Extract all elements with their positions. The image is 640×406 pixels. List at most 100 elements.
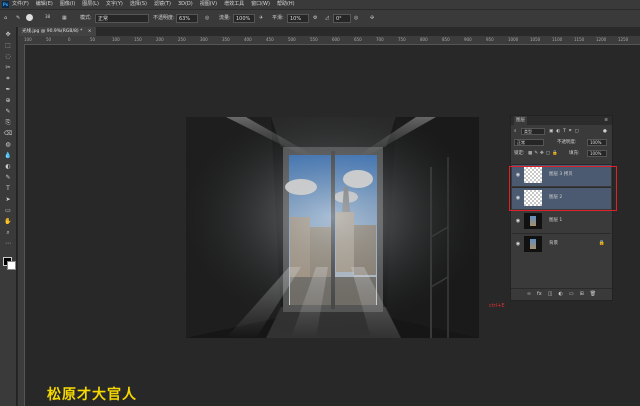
healing-brush-icon[interactable]: ⊕ xyxy=(3,97,13,105)
menu-item[interactable]: 编辑(E) xyxy=(36,0,53,9)
smooth-field[interactable]: 10% xyxy=(287,14,309,23)
lock-label: 锁定: xyxy=(514,151,525,156)
menu-item[interactable]: 图像(I) xyxy=(60,0,75,9)
ruler-tick-label: 200 xyxy=(156,37,164,42)
layer-row[interactable]: ◉ 背景 🔒 xyxy=(512,233,611,255)
mode-select[interactable]: 正常 xyxy=(95,14,149,23)
menu-bar: Ps 文件(F) 编辑(E) 图像(I) 图层(L) 文字(Y) 选择(S) 滤镜(T) 3D… xyxy=(0,0,640,9)
layer-opacity-field[interactable]: 100% xyxy=(587,139,607,146)
fx-icon[interactable]: fx xyxy=(537,289,542,300)
add-mask-icon[interactable]: ◫ xyxy=(548,289,553,300)
ruler-tick-label: 50 xyxy=(46,37,52,42)
highlight-box xyxy=(509,166,617,211)
ruler-tick-label: 300 xyxy=(200,37,208,42)
eraser-tool-icon[interactable]: ⌫ xyxy=(3,130,13,138)
pressure-size-icon[interactable]: ◎ xyxy=(354,14,358,23)
menu-item[interactable]: 滤镜(T) xyxy=(154,0,171,9)
photoshop-logo[interactable]: Ps xyxy=(2,1,9,8)
filter-toggle-icon[interactable]: ● xyxy=(603,127,607,136)
menu-item[interactable]: 窗口(W) xyxy=(251,0,270,9)
ruler-tick-label: 650 xyxy=(354,37,362,42)
hand-tool-icon[interactable]: ✋ xyxy=(3,218,13,226)
shortcut-hint: ctrl+E xyxy=(489,303,505,309)
visibility-eye-icon[interactable]: ◉ xyxy=(515,241,521,247)
thumb-window xyxy=(530,239,536,249)
window-light-photo xyxy=(186,117,479,338)
thumb-window xyxy=(530,216,536,226)
document-tab-bar: 光线.jpg @ 90.9%(RGB/8) * × xyxy=(18,27,640,36)
menu-item[interactable]: 视图(V) xyxy=(200,0,217,9)
layer-row[interactable]: ◉ 图层 1 xyxy=(512,210,611,232)
ruler-tick-label: 150 xyxy=(134,37,142,42)
brush-tool-icon[interactable]: ✎ xyxy=(3,108,13,116)
ruler-tick-label: 0 xyxy=(68,37,71,42)
filter-kind-select[interactable]: 类型 xyxy=(521,128,545,135)
smoothing-options-icon[interactable]: ⚙ xyxy=(313,14,317,23)
menu-item[interactable]: 增效工具 xyxy=(224,0,244,9)
menu-item[interactable]: 3D(D) xyxy=(178,0,193,9)
brush-tool-icon[interactable]: ✎ xyxy=(16,14,20,23)
new-layer-icon[interactable]: ⊞ xyxy=(580,289,584,300)
more-tools-icon[interactable]: ⋯ xyxy=(3,240,13,248)
menu-item[interactable]: 文件(F) xyxy=(12,0,29,9)
menu-item[interactable]: 文字(Y) xyxy=(106,0,123,9)
lock-icons[interactable]: ▩✎✥▢🔒 xyxy=(528,149,560,158)
pen-tool-icon[interactable]: ✎ xyxy=(3,174,13,182)
flow-field[interactable]: 100% xyxy=(233,14,255,23)
visibility-eye-icon[interactable]: ◉ xyxy=(515,218,521,224)
search-icon: ⌕ xyxy=(514,129,517,134)
pressure-opacity-icon[interactable]: ◎ xyxy=(205,14,209,23)
dodge-tool-icon[interactable]: ◐ xyxy=(3,163,13,171)
layer-name: 背景 xyxy=(549,241,558,246)
menu-item[interactable]: 帮助(H) xyxy=(277,0,295,9)
lock-icon[interactable]: 🔒 xyxy=(599,240,605,246)
move-tool-icon[interactable]: ✥ xyxy=(3,31,13,39)
canvas-image[interactable] xyxy=(186,117,479,338)
mode-label: 模式: xyxy=(80,15,92,21)
clone-stamp-icon[interactable]: ⎘ xyxy=(3,119,13,127)
layers-panel-footer: ∞ fx ◫ ◐ ▭ ⊞ 🗑 xyxy=(511,288,612,300)
crop-tool-icon[interactable]: ⌗ xyxy=(3,75,13,83)
type-tool-icon[interactable]: T xyxy=(3,185,13,193)
link-layers-icon[interactable]: ∞ xyxy=(527,289,531,300)
blend-mode-select[interactable]: 正常 xyxy=(514,139,544,146)
symmetry-icon[interactable]: ✣ xyxy=(370,14,374,23)
background-color-swatch[interactable] xyxy=(7,261,16,270)
home-icon[interactable]: ⌂ xyxy=(4,14,7,23)
new-group-icon[interactable]: ▭ xyxy=(569,289,574,300)
brush-preset-picker[interactable] xyxy=(26,14,33,23)
ruler-tick-label: 750 xyxy=(398,37,406,42)
fill-field[interactable]: 100% xyxy=(587,150,607,157)
zoom-tool-icon[interactable]: ⌕ xyxy=(3,229,13,237)
lasso-tool-icon[interactable]: ◌ xyxy=(3,53,13,61)
ruler-tick-label: 100 xyxy=(112,37,120,42)
airbrush-icon[interactable]: ✈ xyxy=(259,14,263,23)
trash-icon[interactable]: 🗑 xyxy=(590,289,596,300)
gradient-tool-icon[interactable]: ◍ xyxy=(3,141,13,149)
ruler-tick-label: 700 xyxy=(376,37,384,42)
ruler-tick-label: 1100 xyxy=(552,37,563,42)
adjustment-layer-icon[interactable]: ◐ xyxy=(558,289,562,300)
angle-field[interactable]: 0° xyxy=(333,14,351,23)
brush-settings-icon[interactable]: ▦ xyxy=(62,14,67,23)
brush-tip-icon xyxy=(26,14,33,21)
menu-item[interactable]: 选择(S) xyxy=(130,0,147,9)
document-tab[interactable]: 光线.jpg @ 90.9%(RGB/8) * × xyxy=(18,27,96,36)
path-select-icon[interactable]: ➤ xyxy=(3,196,13,204)
filter-icons[interactable]: ▣◐T⌗▢ xyxy=(549,127,582,136)
ruler-tick-label: 350 xyxy=(222,37,230,42)
layers-panel-title[interactable]: 图层 xyxy=(514,116,527,125)
close-tab-icon[interactable]: × xyxy=(88,29,92,34)
menu-item[interactable]: 图层(L) xyxy=(82,0,99,9)
opacity-field[interactable]: 63% xyxy=(176,14,198,23)
marquee-tool-icon[interactable]: ⬚ xyxy=(3,42,13,50)
panel-menu-icon[interactable]: ≡ xyxy=(604,116,608,125)
eyedropper-icon[interactable]: ✒ xyxy=(3,86,13,94)
shape-tool-icon[interactable]: ▭ xyxy=(3,207,13,215)
object-select-icon[interactable]: ✂ xyxy=(3,64,13,72)
blur-tool-icon[interactable]: 💧 xyxy=(3,152,13,160)
flow-label: 流量: xyxy=(219,15,231,21)
brush-size-value: 38 xyxy=(45,14,51,19)
layers-panel-header: 图层 ≡ xyxy=(511,116,612,125)
lock-row: 锁定: ▩✎✥▢🔒 填充: 100% xyxy=(511,149,612,158)
